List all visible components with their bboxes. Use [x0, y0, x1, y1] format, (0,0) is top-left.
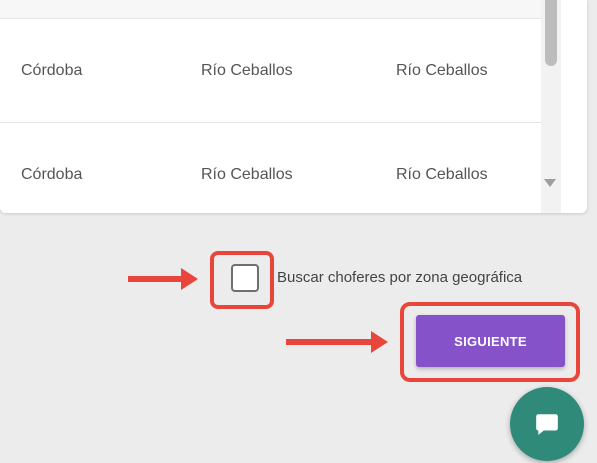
red-arrow-icon — [128, 268, 198, 290]
table-cell-locality: Río Ceballos — [396, 62, 488, 79]
triangle-down-icon[interactable] — [544, 179, 556, 187]
table-cell-locality: Río Ceballos — [396, 166, 488, 183]
table-row[interactable]: Córdoba Río Ceballos Río Ceballos — [0, 19, 541, 123]
next-button[interactable]: SIGUIENTE — [416, 315, 565, 367]
table-cell-province: Córdoba — [21, 166, 83, 183]
results-table: Córdoba Río Ceballos Río Ceballos Córdob… — [0, 0, 587, 213]
chat-bubble-icon — [536, 414, 558, 435]
table-row-partial — [0, 0, 541, 19]
table-row[interactable]: Córdoba Río Ceballos Río Ceballos — [0, 123, 541, 213]
red-arrow-icon — [286, 331, 388, 353]
chat-button[interactable] — [510, 387, 584, 461]
table-cell-province: Córdoba — [21, 62, 83, 79]
geo-zone-checkbox-label[interactable]: Buscar choferes por zona geográfica — [277, 268, 522, 288]
geo-zone-checkbox[interactable] — [231, 264, 259, 292]
table-cell-department: Río Ceballos — [201, 62, 293, 79]
scrollbar-thumb[interactable] — [545, 0, 557, 66]
table-cell-department: Río Ceballos — [201, 166, 293, 183]
